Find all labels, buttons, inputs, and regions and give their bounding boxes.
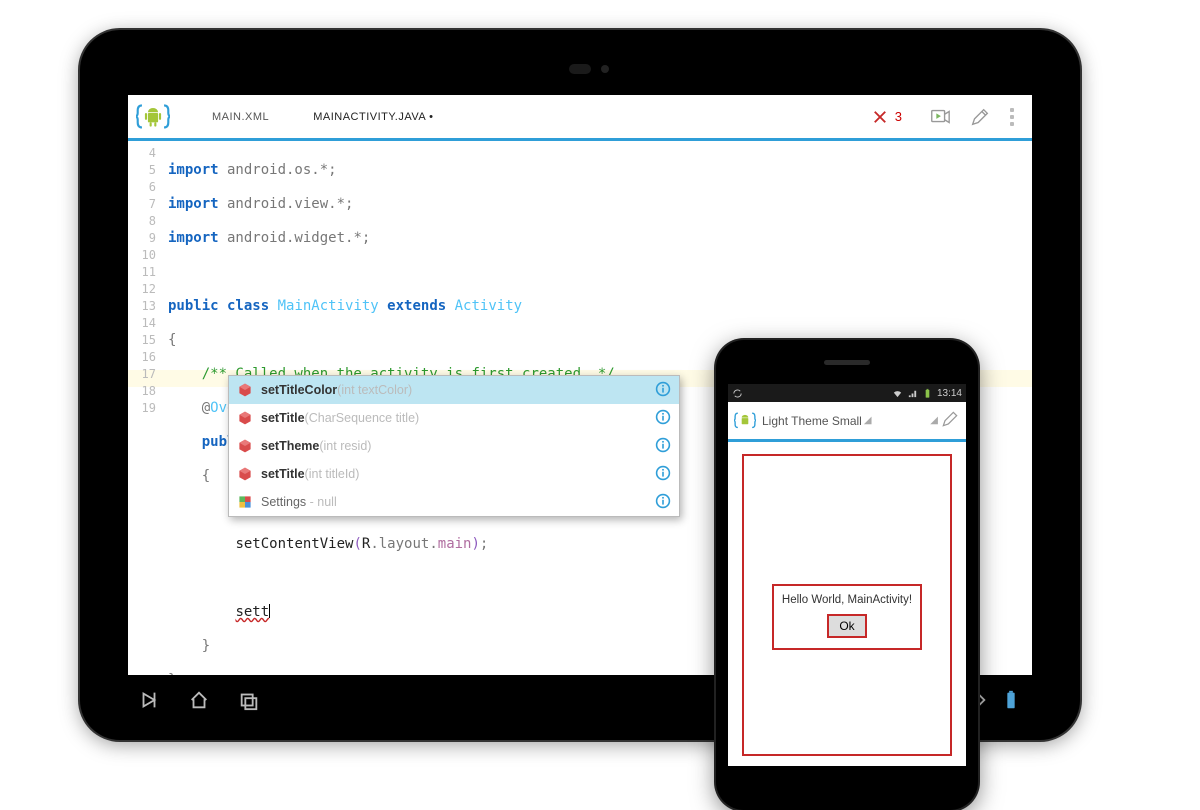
ac-params: - null [306,495,337,509]
edit-button[interactable] [966,103,994,131]
tab-mainactivity-java[interactable]: MAINACTIVITY.JAVA • [291,95,455,141]
autocomplete-item[interactable]: setTheme(int resid) [229,432,679,460]
pencil-icon [940,409,960,429]
autocomplete-popup: setTitleColor(int textColor) setTitle(Ch… [228,375,680,517]
method-icon [237,382,253,398]
ok-button[interactable]: Ok [827,614,866,638]
phone-screen: 13:14 Light Theme Small ◢ ◢ Hello World, [728,384,966,766]
line-gutter: 45678910111213141516171819 [128,141,162,417]
ac-params: (int titleId) [305,467,360,481]
dropdown-indicator-icon[interactable]: ◢ [864,415,872,426]
phone-frame: 13:14 Light Theme Small ◢ ◢ Hello World, [716,340,978,810]
error-count-value: 3 [895,109,902,124]
phone-canvas: Hello World, MainActivity! Ok [742,454,952,756]
autocomplete-item[interactable]: setTitle(int titleId) [229,460,679,488]
dialog-message: Hello World, MainActivity! [780,594,914,606]
run-button[interactable] [926,103,954,131]
app-logo[interactable] [136,102,170,132]
edit-button[interactable] [940,409,960,432]
ac-name: setTitleColor [261,383,337,397]
dropdown-indicator-icon[interactable]: ◢ [930,415,938,426]
method-icon [237,410,253,426]
method-icon [237,438,253,454]
info-icon[interactable] [655,465,671,484]
ac-name: Settings [261,495,306,509]
ac-name: setTitle [261,411,305,425]
battery-icon [922,388,933,399]
overflow-menu[interactable] [1000,108,1024,126]
ac-name: setTheme [261,439,319,453]
info-icon[interactable] [655,437,671,456]
run-icon [929,106,951,128]
nav-recent[interactable] [238,689,260,711]
ac-name: setTitle [261,467,305,481]
info-icon[interactable] [655,381,671,400]
method-icon [237,466,253,482]
ac-params: (int textColor) [337,383,412,397]
signal-icon [907,388,918,399]
error-count[interactable]: 3 [871,108,902,126]
phone-status-bar: 13:14 [728,384,966,402]
ac-params: (int resid) [319,439,371,453]
ac-params: (CharSequence title) [305,411,420,425]
info-icon[interactable] [655,409,671,428]
pencil-icon [969,106,991,128]
status-time: 13:14 [937,388,962,399]
phone-app-bar: Light Theme Small ◢ ◢ [728,402,966,442]
error-x-icon [871,108,889,126]
info-icon[interactable] [655,493,671,512]
phone-dialog: Hello World, MainActivity! Ok [772,584,922,650]
autocomplete-item[interactable]: setTitleColor(int textColor) [229,376,679,404]
sync-icon [732,388,743,399]
text-caret [269,604,270,618]
nav-back[interactable] [138,689,160,711]
autocomplete-item[interactable]: setTitle(CharSequence title) [229,404,679,432]
appbar: MAIN.XML MAINACTIVITY.JAVA • 3 [128,95,1032,141]
typed-partial: sett [235,604,269,620]
wifi-icon [892,388,903,399]
tab-main-xml[interactable]: MAIN.XML [190,95,291,140]
phone-app-logo[interactable] [734,411,756,431]
class-icon [237,494,253,510]
battery-icon [1000,689,1022,711]
tablet-camera [569,64,591,74]
autocomplete-item[interactable]: Settings - null [229,488,679,516]
nav-home[interactable] [188,689,210,711]
phone-title[interactable]: Light Theme Small [762,414,862,428]
